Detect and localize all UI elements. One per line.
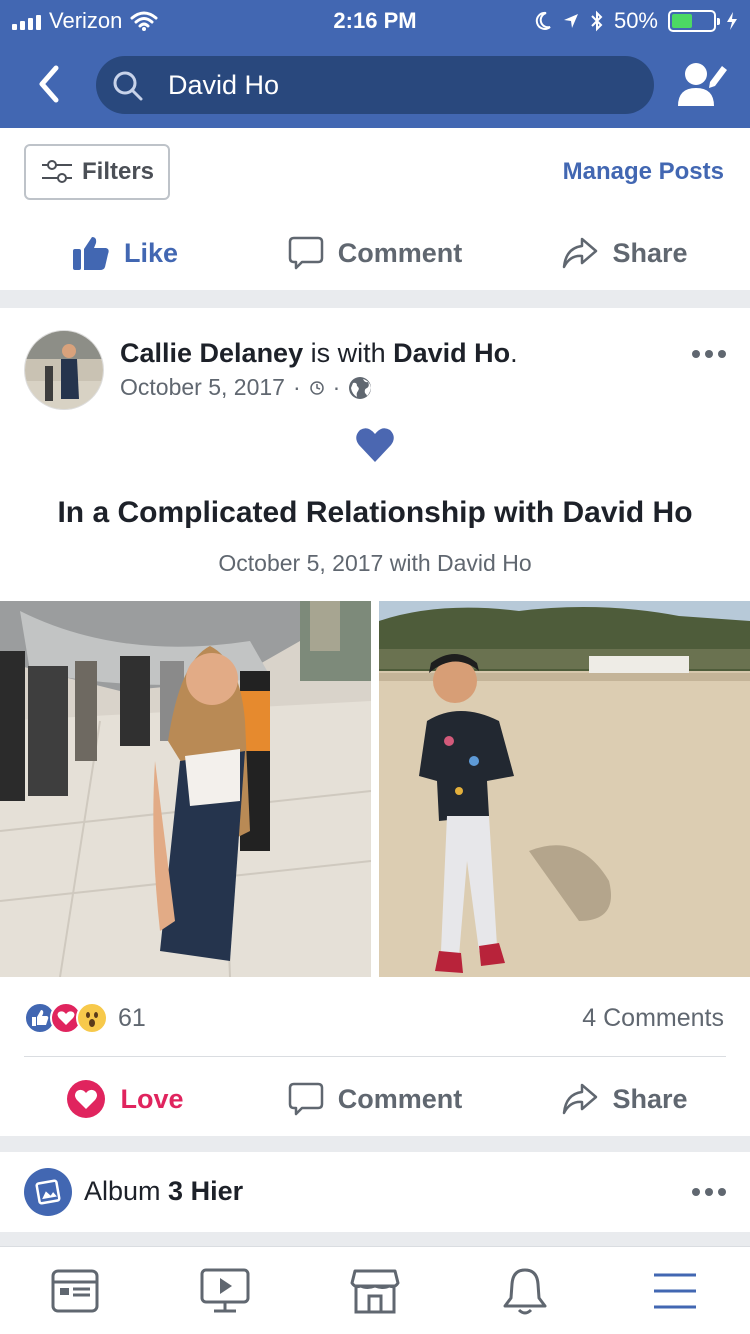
charging-icon <box>727 12 737 30</box>
comments-count-link[interactable]: 4 Comments <box>582 1004 724 1033</box>
tab-notifications[interactable] <box>450 1247 600 1334</box>
post-card: Callie Delaney is with David Ho. October… <box>0 308 750 1136</box>
moon-icon <box>535 11 551 30</box>
tab-menu[interactable] <box>600 1247 750 1334</box>
sliders-icon <box>42 160 72 183</box>
post-actions: Love Comment Share <box>0 1062 750 1136</box>
wow-reaction-icon <box>76 1002 108 1034</box>
post-date[interactable]: October 5, 2017 <box>120 374 285 401</box>
watch-icon <box>200 1268 250 1312</box>
divider <box>24 1056 726 1057</box>
comment-button[interactable]: Comment <box>250 1062 500 1136</box>
like-button[interactable]: Like <box>0 216 250 290</box>
share-icon <box>563 1083 598 1115</box>
love-button[interactable]: Love <box>0 1062 250 1136</box>
globe-icon <box>349 376 372 399</box>
previous-post-actions: Like Comment Share <box>0 216 750 290</box>
edit-profile-icon[interactable] <box>676 58 728 110</box>
reaction-count: 61 <box>118 1003 146 1032</box>
post-photo-left[interactable] <box>0 601 371 977</box>
location-arrow-icon <box>563 14 578 28</box>
marketplace-icon <box>350 1269 400 1313</box>
battery-icon <box>668 10 720 32</box>
avatar[interactable] <box>24 330 104 410</box>
share-label: Share <box>612 237 688 268</box>
share-button[interactable]: Share <box>500 1062 750 1136</box>
search-icon <box>113 71 143 101</box>
author-period: . <box>510 338 518 368</box>
bluetooth-icon <box>591 10 603 32</box>
comment-button[interactable]: Comment <box>250 216 500 290</box>
post-meta: October 5, 2017 · · <box>120 374 372 401</box>
back-icon[interactable] <box>30 62 70 106</box>
reactions-summary[interactable]: 61 <box>24 1002 146 1034</box>
comment-icon <box>288 236 323 270</box>
life-event-subtitle: October 5, 2017 with David Ho <box>218 550 532 576</box>
battery-percent: 50% <box>613 8 658 33</box>
search-value: David Ho <box>168 70 280 100</box>
like-label: Like <box>123 237 179 268</box>
author-name[interactable]: Callie Delaney <box>120 338 303 368</box>
tab-watch[interactable] <box>150 1247 300 1334</box>
filters-button[interactable]: Filters <box>24 144 170 200</box>
share-icon <box>563 237 598 269</box>
album-options-icon[interactable] <box>692 1188 726 1196</box>
thumbs-up-icon <box>72 237 109 270</box>
post-options-icon[interactable] <box>692 350 726 358</box>
photo-album-icon <box>24 1168 72 1216</box>
album-name[interactable]: 3 Hier <box>168 1176 243 1206</box>
top-header: Verizon 2:16 PM 50% David Ho <box>0 0 750 128</box>
share-label: Share <box>612 1083 688 1114</box>
tab-marketplace[interactable] <box>300 1247 450 1334</box>
comment-label: Comment <box>337 237 463 268</box>
life-event-title: In a Complicated Relationship with David… <box>57 496 693 529</box>
share-button[interactable]: Share <box>500 216 750 290</box>
is-with-text: is with <box>310 338 386 368</box>
comment-label: Comment <box>337 1083 463 1114</box>
love-icon <box>67 1080 106 1118</box>
life-event-heart-icon <box>0 426 750 469</box>
meta-dot-2: · <box>332 374 341 400</box>
status-bar: Verizon 2:16 PM 50% <box>0 0 750 40</box>
search-input[interactable]: David Ho <box>96 56 654 114</box>
bottom-tab-bar <box>0 1246 750 1334</box>
clock-icon <box>309 380 324 395</box>
manage-posts-link[interactable]: Manage Posts <box>563 158 724 186</box>
comment-icon <box>288 1082 323 1116</box>
tab-news-feed[interactable] <box>0 1247 150 1334</box>
album-row[interactable]: Album 3 Hier <box>0 1152 750 1232</box>
album-prefix: Album <box>84 1176 161 1206</box>
filter-bar: Filters Manage Posts <box>0 128 750 216</box>
love-label: Love <box>120 1083 184 1114</box>
menu-icon <box>654 1273 696 1308</box>
meta-dot: · <box>292 374 301 400</box>
notifications-icon <box>503 1268 547 1314</box>
tagged-name[interactable]: David Ho <box>393 338 510 368</box>
post-author-line: Callie Delaney is with David Ho. <box>120 338 518 369</box>
album-title: Album 3 Hier <box>84 1176 243 1207</box>
news-feed-icon <box>51 1269 99 1312</box>
filters-label: Filters <box>82 158 155 185</box>
post-photo-right[interactable] <box>379 601 750 977</box>
